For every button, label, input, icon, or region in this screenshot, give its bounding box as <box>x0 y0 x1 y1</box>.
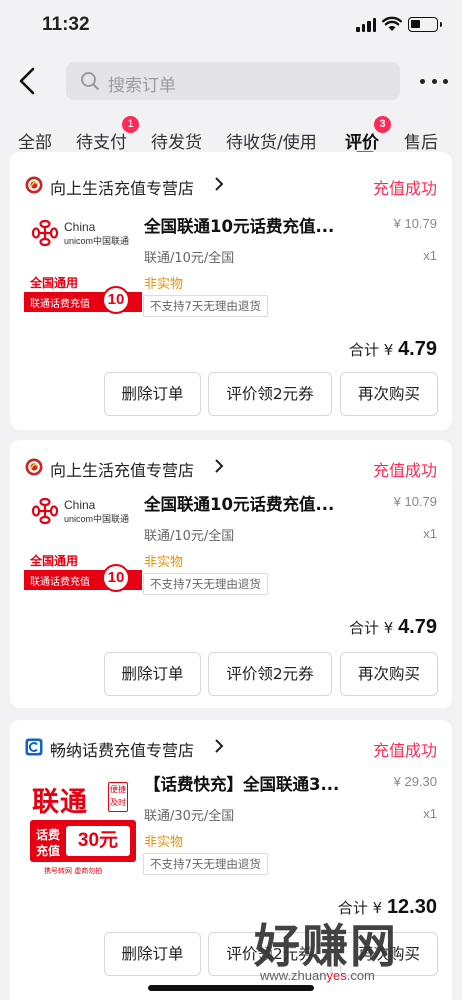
product-spec: 联通/10元/全国 <box>144 529 235 544</box>
thumb-side1: 便捷 <box>110 785 126 794</box>
product-quantity: x1 <box>423 806 437 821</box>
thumb-side2: 及时 <box>110 798 126 807</box>
total-value: 4.79 <box>398 338 437 360</box>
brand-en-1: China <box>64 220 96 234</box>
product-price: ¥ 10.79 <box>393 216 437 231</box>
shop-header[interactable]: 向上生活充值专营店 充值成功 <box>10 168 452 208</box>
product-title[interactable]: 全国联通10元话费充值... <box>144 491 364 515</box>
total-label: 合计 ¥ <box>348 341 399 359</box>
brand-en-1: China <box>64 498 96 512</box>
tab-pending-shipment[interactable]: 待发货 <box>151 128 202 153</box>
thumb-amount-box: 30元 <box>66 826 130 856</box>
status-bar: 11:32 <box>0 0 462 50</box>
buy-again-button[interactable]: 再次购买 <box>340 652 438 696</box>
unicom-logo-icon <box>31 497 59 525</box>
order-status: 充值成功 <box>372 741 437 760</box>
delete-order-button[interactable]: 删除订单 <box>104 652 201 696</box>
thumb-label2: 充值 <box>36 844 61 858</box>
product-tag: 非实物 <box>144 555 184 570</box>
thumb-label1: 话费 <box>36 828 61 842</box>
signal-icon <box>356 18 376 32</box>
wifi-icon <box>382 16 402 31</box>
tab-all[interactable]: 全部 <box>18 128 52 153</box>
back-button[interactable] <box>12 64 44 98</box>
total-value: 4.79 <box>398 616 437 638</box>
tab-badge: 3 <box>374 116 391 133</box>
return-policy-note: 不支持7天无理由退货 <box>143 295 268 317</box>
chevron-right-icon <box>215 459 224 473</box>
unicom-logo-icon <box>31 219 59 247</box>
shop-name: 向上生活充值专营店 <box>50 179 195 198</box>
review-coupon-button[interactable]: 评价领2元券 <box>208 652 332 696</box>
thumb-amount-badge: 10 <box>102 564 130 592</box>
shop-logo-icon <box>25 176 43 194</box>
delete-order-button[interactable]: 删除订单 <box>104 372 201 416</box>
product-title[interactable]: 全国联通10元话费充值... <box>144 213 364 237</box>
thumb-line1: 全国通用 <box>30 554 79 568</box>
product-thumbnail[interactable]: 联通 便捷 及时 话费 充值 30元 携号转网 虚商勿拍 <box>24 770 142 880</box>
shop-header[interactable]: 向上生活充值专营店 充值成功 <box>10 440 452 480</box>
search-icon <box>81 72 100 91</box>
thumb-amount-badge: 10 <box>102 286 130 314</box>
watermark-title: 好赚网 <box>254 919 398 973</box>
nav-bar: 搜索订单 <box>0 50 462 112</box>
product-tag: 非实物 <box>144 277 184 292</box>
tab-review[interactable]: 评价 3 <box>345 116 391 153</box>
brand-en-2: unicom中国联通 <box>64 514 130 524</box>
thumb-big-text: 联通 <box>32 787 88 818</box>
order-card[interactable]: 向上生活充值专营店 充值成功 China unicom中国联通 全国通用 联通话… <box>10 440 452 708</box>
home-indicator <box>148 985 314 991</box>
watermark-url: www.zhuanyes.com <box>260 968 375 983</box>
product-thumbnail[interactable]: China unicom中国联通 全国通用 联通话费充值 10 <box>24 490 142 600</box>
search-placeholder: 搜索订单 <box>108 76 176 96</box>
watermark-logo: 好赚网 www.zhuanyes.com <box>250 916 456 990</box>
product-price: ¥ 10.79 <box>393 494 437 509</box>
status-time: 11:32 <box>42 14 90 35</box>
battery-icon <box>408 17 442 32</box>
order-total: 合计 ¥ 4.79 <box>349 616 437 639</box>
tab-pending-payment[interactable]: 待支付 1 <box>76 116 139 153</box>
product-tag: 非实物 <box>144 835 184 850</box>
product-thumbnail[interactable]: China unicom中国联通 全国通用 联通话费充值 10 <box>24 212 142 322</box>
shop-logo-icon <box>25 738 43 756</box>
tab-pending-receipt[interactable]: 待收货/使用 <box>226 128 317 153</box>
buy-again-button[interactable]: 再次购买 <box>340 372 438 416</box>
return-policy-note: 不支持7天无理由退货 <box>143 573 268 595</box>
shop-header[interactable]: 畅纳话费充值专营店 充值成功 <box>10 720 452 760</box>
product-price: ¥ 29.30 <box>393 774 437 789</box>
product-title[interactable]: 【话费快充】全国联通3... <box>144 771 364 795</box>
order-total: 合计 ¥ 4.79 <box>349 338 437 361</box>
thumb-footer: 携号转网 虚商勿拍 <box>44 867 103 875</box>
chevron-right-icon <box>215 739 224 753</box>
total-label: 合计 ¥ <box>348 619 399 637</box>
more-options-button[interactable] <box>420 70 448 92</box>
product-quantity: x1 <box>423 526 437 541</box>
review-coupon-button[interactable]: 评价领2元券 <box>208 372 332 416</box>
delete-order-button[interactable]: 删除订单 <box>104 932 201 976</box>
thumb-line2: 联通话费充值 <box>30 577 90 588</box>
thumb-line2: 联通话费充值 <box>30 299 90 310</box>
shop-name: 畅纳话费充值专营店 <box>50 741 195 760</box>
product-quantity: x1 <box>423 248 437 263</box>
shop-name: 向上生活充值专营店 <box>50 461 195 480</box>
return-policy-note: 不支持7天无理由退货 <box>143 853 268 875</box>
product-spec: 联通/30元/全国 <box>144 809 235 824</box>
tab-after-sales[interactable]: 售后 <box>404 128 438 153</box>
tab-badge: 1 <box>122 116 139 133</box>
thumb-line1: 全国通用 <box>30 276 79 290</box>
order-status: 充值成功 <box>372 179 437 198</box>
order-status: 充值成功 <box>372 461 437 480</box>
search-input[interactable]: 搜索订单 <box>66 62 400 100</box>
brand-en-2: unicom中国联通 <box>64 236 130 246</box>
order-card[interactable]: 向上生活充值专营店 充值成功 China unicom中国联通 全国通用 联通话… <box>10 152 452 430</box>
product-spec: 联通/10元/全国 <box>144 251 235 266</box>
shop-logo-icon <box>25 458 43 476</box>
chevron-right-icon <box>215 177 224 191</box>
